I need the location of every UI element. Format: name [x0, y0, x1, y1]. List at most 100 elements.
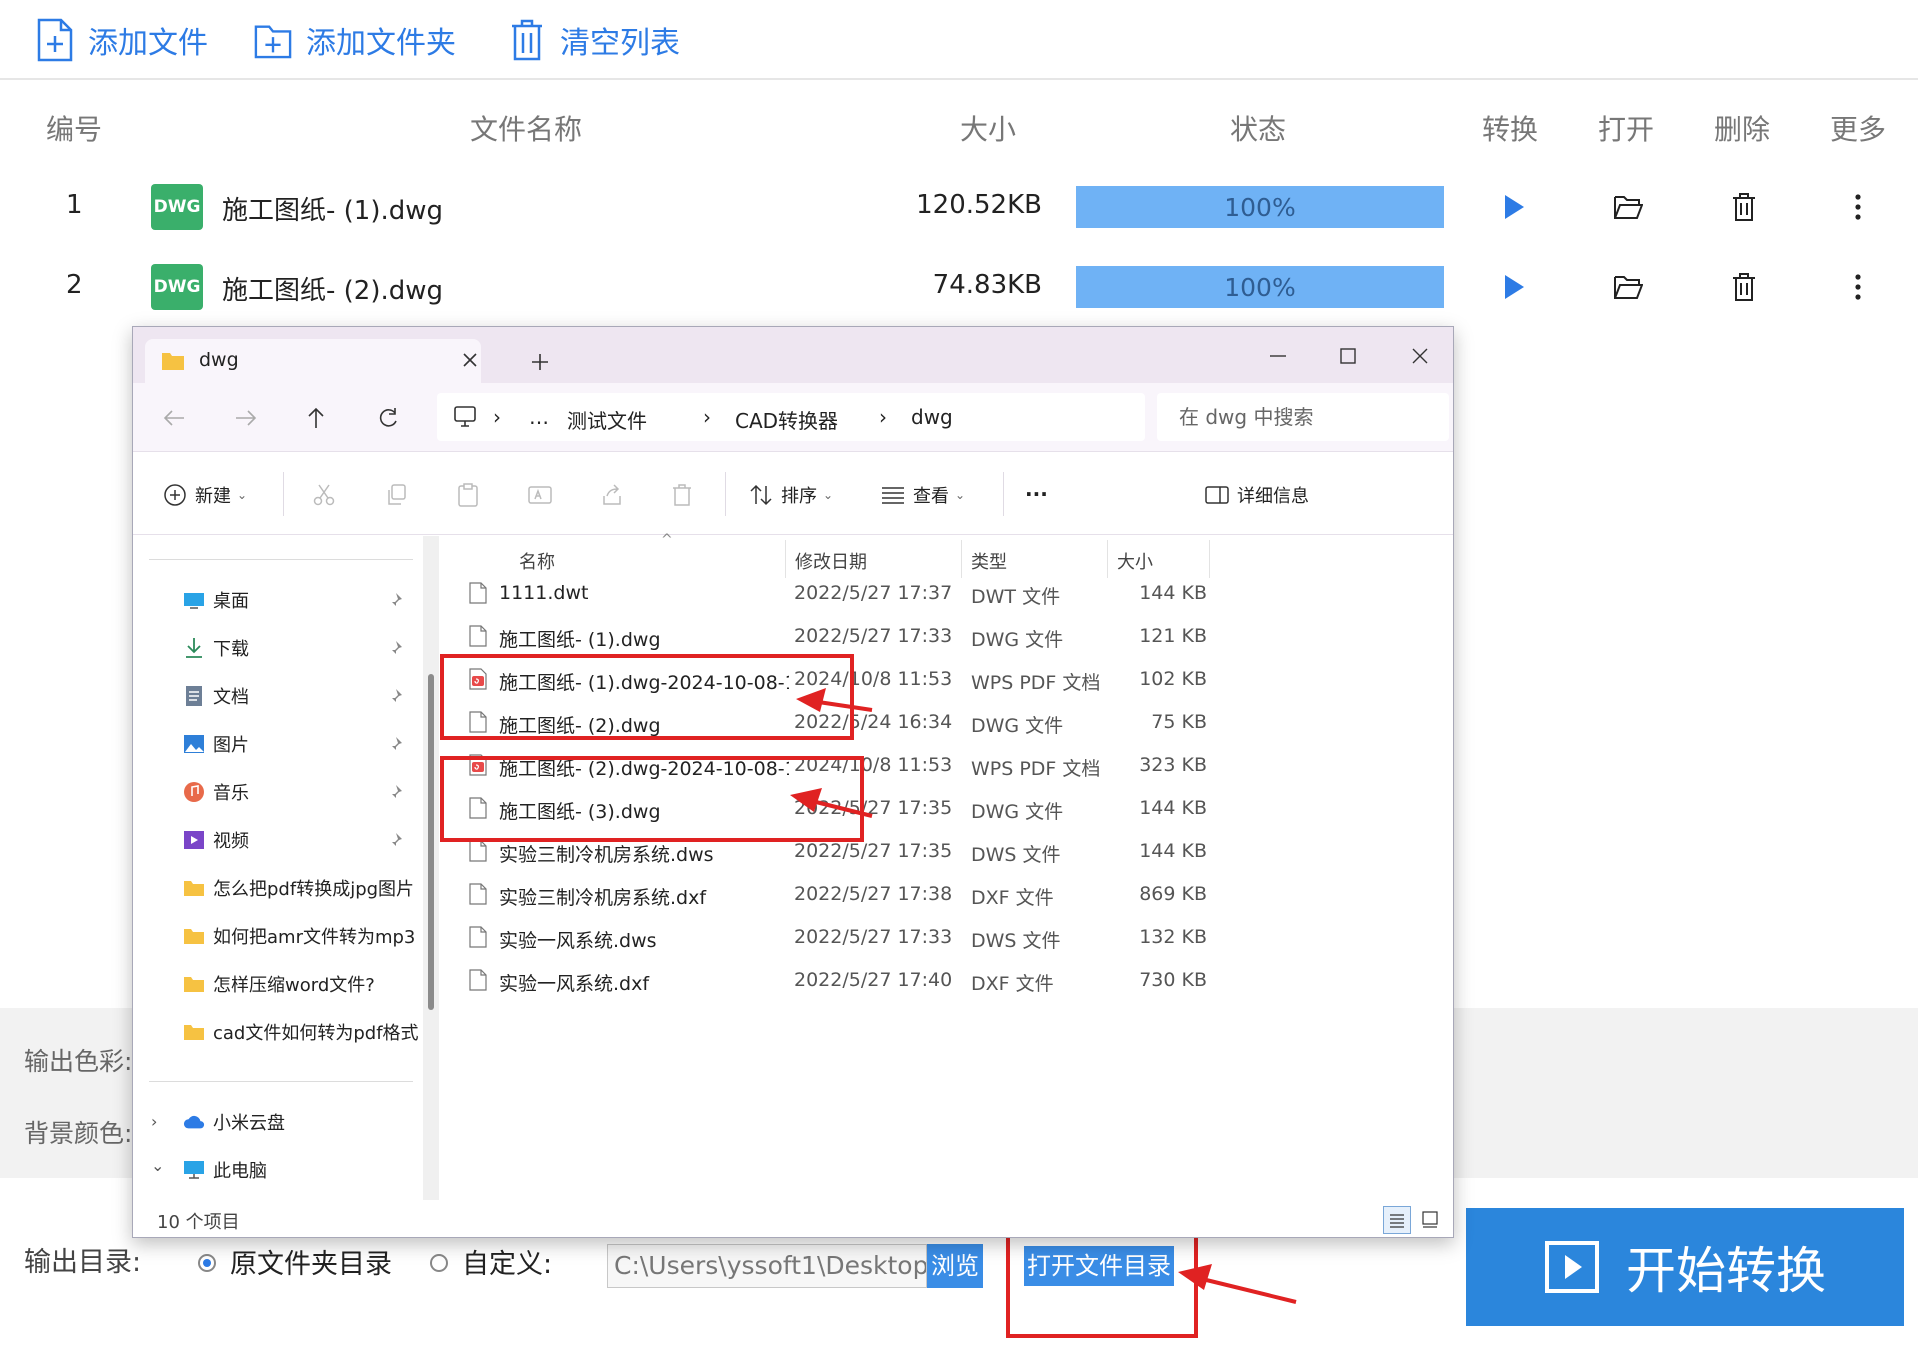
back-button[interactable] [159, 403, 189, 433]
pin-icon[interactable] [387, 688, 403, 704]
file-row[interactable]: 施工图纸- (1).dwg 2022/5/27 17:33 DWG 文件 121… [439, 615, 1453, 658]
column-type[interactable]: 类型 [971, 548, 1007, 574]
file-list-pane: 名称 ^ 修改日期 类型 大小 1111.dwt 2022/5/27 17:37… [439, 532, 1453, 1200]
dwg-file-icon: DWG [151, 184, 203, 230]
add-file-button[interactable]: 添加文件 [36, 14, 208, 66]
play-icon [1505, 195, 1524, 219]
view-button[interactable]: 查看 ⌄ [881, 482, 965, 508]
nav-item-folder[interactable]: cad文件如何转为pdf格式 [183, 1019, 423, 1045]
nav-item-label: 文档 [213, 687, 249, 708]
row-file-name: 施工图纸- (1).dwg [222, 196, 444, 226]
new-button[interactable]: 新建 ⌄ [163, 482, 247, 508]
table-row[interactable]: 1 DWG 施工图纸- (1).dwg 120.52KB 100% [0, 170, 1918, 240]
close-tab-icon[interactable] [463, 353, 477, 367]
new-tab-icon[interactable] [531, 353, 549, 371]
chevron-right-icon[interactable]: › [151, 1112, 157, 1131]
nav-item-this-pc[interactable]: 此电脑 [183, 1157, 423, 1183]
minimize-button[interactable] [1253, 339, 1303, 373]
radio-source-folder[interactable] [198, 1254, 216, 1272]
chevron-down-icon[interactable]: ⌄ [151, 1156, 164, 1175]
file-row[interactable]: 实验一风系统.dws 2022/5/27 17:33 DWS 文件 132 KB [439, 916, 1453, 959]
paste-button[interactable] [455, 482, 481, 508]
copy-button[interactable] [383, 482, 409, 508]
add-folder-button[interactable]: 添加文件夹 [254, 14, 456, 66]
file-type: DWS 文件 [971, 930, 1061, 952]
thumbnail-view-toggle[interactable] [1417, 1206, 1445, 1234]
output-path-input[interactable]: C:\Users\yssoft1\Desktop [607, 1244, 927, 1288]
convert-play-button[interactable] [1494, 268, 1534, 306]
start-convert-button[interactable]: 开始转换 [1466, 1208, 1904, 1326]
delete-button[interactable] [669, 482, 695, 508]
sort-button[interactable]: 排序 ⌄ [749, 482, 833, 508]
file-name: 实验一风系统.dws [499, 930, 657, 952]
more-commands-button[interactable]: ··· [1025, 482, 1048, 506]
cloud-icon [183, 1111, 205, 1133]
table-row[interactable]: 2 DWG 施工图纸- (2).dwg 74.83KB 100% [0, 250, 1918, 320]
file-row[interactable]: 实验一风系统.dxf 2022/5/27 17:40 DXF 文件 730 KB [439, 959, 1453, 1002]
rename-button[interactable] [527, 482, 553, 508]
file-date: 2022/5/27 17:35 [794, 840, 953, 862]
breadcrumb-test-files[interactable]: 测试文件 [567, 405, 647, 434]
search-input[interactable]: 在 dwg 中搜索 [1157, 393, 1449, 441]
nav-item-label: 怎样压缩word文件? [213, 975, 375, 996]
details-view-toggle[interactable] [1383, 1206, 1411, 1234]
row-file-size: 74.83KB [932, 270, 1042, 300]
details-pane-button[interactable]: 详细信息 [1205, 482, 1309, 508]
share-button[interactable] [599, 482, 625, 508]
share-icon [603, 484, 621, 505]
radio-custom[interactable] [430, 1254, 448, 1272]
list-view-icon [882, 487, 904, 504]
pin-icon[interactable] [387, 736, 403, 752]
nav-scrollbar[interactable] [423, 536, 439, 1200]
convert-play-button[interactable] [1494, 188, 1534, 226]
divider [725, 472, 726, 516]
clear-list-button[interactable]: 清空列表 [508, 14, 680, 66]
sort-label: 排序 [781, 486, 817, 507]
file-name: 1111.dwt [499, 582, 589, 604]
trash-icon [1733, 273, 1755, 301]
explorer-tab[interactable]: dwg [145, 339, 481, 383]
close-window-button[interactable] [1395, 339, 1445, 373]
refresh-button[interactable] [373, 403, 403, 433]
option-source-folder-label: 原文件夹目录 [230, 1249, 392, 1280]
breadcrumb-ellipsis[interactable]: … [529, 405, 549, 429]
breadcrumb-cad-converter[interactable]: CAD转换器 [735, 405, 838, 434]
file-row[interactable]: 1111.dwt 2022/5/27 17:37 DWT 文件 144 KB [439, 572, 1453, 615]
maximize-button[interactable] [1323, 339, 1373, 373]
pin-icon[interactable] [387, 592, 403, 608]
desktop-icon [183, 589, 205, 611]
explorer-status-bar: 10 个项目 [133, 1200, 1453, 1237]
nav-item-folder[interactable]: 如何把amr文件转为mp3 [183, 923, 423, 949]
forward-button[interactable] [231, 403, 261, 433]
more-options-button[interactable] [1838, 188, 1878, 226]
trash-icon [1733, 193, 1755, 221]
cut-button[interactable] [311, 482, 337, 508]
annotation-box-open-dir [1006, 1230, 1198, 1338]
file-row[interactable]: 实验三制冷机房系统.dxf 2022/5/27 17:38 DXF 文件 869… [439, 873, 1453, 916]
divider [1003, 472, 1004, 516]
pin-icon[interactable] [387, 832, 403, 848]
browse-button[interactable]: 浏览 [927, 1244, 983, 1288]
delete-row-button[interactable] [1724, 188, 1764, 226]
nav-item-cloud[interactable]: 小米云盘 [183, 1109, 423, 1135]
more-vertical-icon [1855, 194, 1861, 220]
scrollbar-thumb[interactable] [428, 674, 434, 1010]
file-type: DXF 文件 [971, 887, 1054, 909]
column-date[interactable]: 修改日期 [795, 548, 867, 574]
sort-ascending-icon: ^ [661, 532, 673, 548]
delete-row-button[interactable] [1724, 268, 1764, 306]
column-size[interactable]: 大小 [1117, 548, 1153, 574]
nav-item-folder[interactable]: 怎样压缩word文件? [183, 971, 423, 997]
pin-icon[interactable] [387, 784, 403, 800]
pin-icon[interactable] [387, 640, 403, 656]
more-options-button[interactable] [1838, 268, 1878, 306]
breadcrumb-dwg[interactable]: dwg [911, 405, 953, 429]
open-folder-button[interactable] [1608, 188, 1648, 226]
divider [149, 1081, 413, 1082]
column-name[interactable]: 名称 [519, 548, 555, 574]
open-folder-button[interactable] [1608, 268, 1648, 306]
address-bar[interactable]: › … 测试文件 › CAD转换器 › dwg [437, 393, 1145, 441]
nav-item-folder[interactable]: 怎么把pdf转换成jpg图片 [183, 875, 423, 901]
item-count: 10 个项目 [157, 1212, 240, 1233]
up-button[interactable] [301, 403, 331, 433]
